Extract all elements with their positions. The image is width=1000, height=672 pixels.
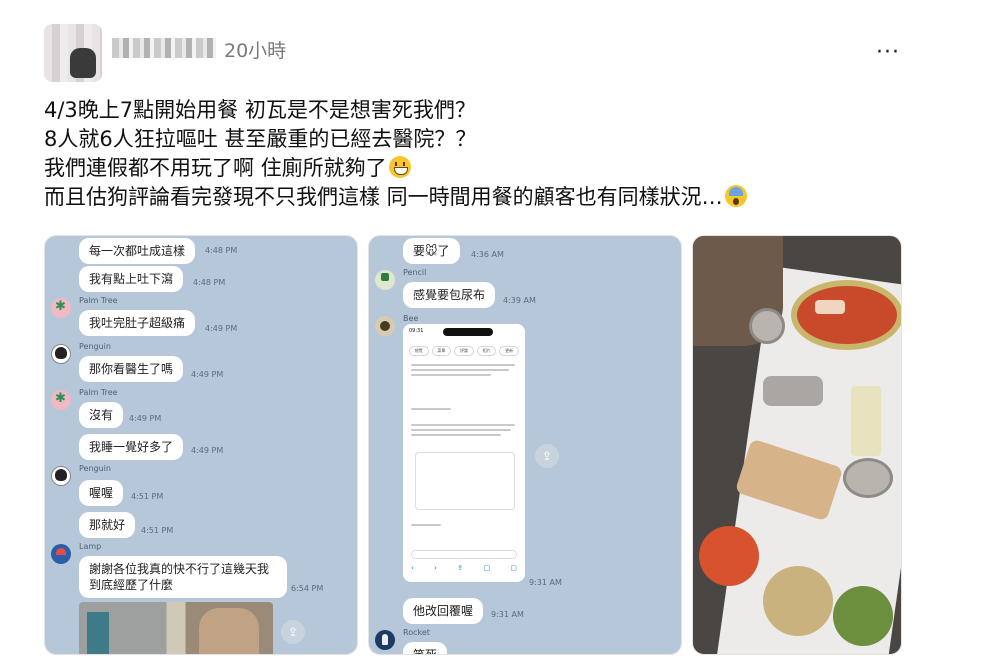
chat-bubble: 我吐完肚子超級痛 (79, 310, 196, 336)
hot-pot (791, 280, 901, 350)
sender-name: Palm Tree (79, 388, 118, 397)
chat-bubble: 他改回覆喔 (403, 598, 484, 624)
post-image-food-photo[interactable] (692, 235, 902, 655)
sender-name: Palm Tree (79, 296, 118, 305)
message-time: 6:54 PM (291, 584, 324, 593)
metal-cup (749, 308, 785, 344)
chat-bubble: 那就好 (79, 512, 136, 538)
palm-tree-avatar (51, 390, 71, 410)
metal-bowl (843, 458, 893, 498)
sender-name: Penguin (79, 464, 111, 473)
message-time: 9:31 AM (491, 610, 524, 619)
more-options-button[interactable]: ··· (876, 40, 900, 65)
share-icon[interactable]: ⇪ (535, 444, 559, 468)
message-time: 4:39 AM (503, 296, 536, 305)
message-time: 9:31 AM (529, 578, 562, 587)
text-line (411, 408, 451, 410)
message-time: 4:49 PM (205, 324, 238, 333)
text-line (411, 424, 515, 426)
phone-nav-bar: ‹ › ⇪ □ ▢ (411, 564, 517, 572)
post-image-chat-2[interactable]: 要🐭了 4:36 AM Pencil 感覺要包尿布 4:39 AM Bee 09… (368, 235, 682, 655)
chat-bubble: 沒有 (79, 402, 124, 428)
review-screenshot: 09:31 總覽 菜單 評論 相片 更新 ‹ › ⇪ □ ▢ (403, 324, 525, 582)
text-line (411, 364, 515, 366)
pencil-avatar (375, 270, 395, 290)
text-line (411, 369, 509, 371)
post-line-3: 我們連假都不用玩了啊 住廁所就夠了 (44, 154, 944, 183)
post-timestamp[interactable]: 20小時 (224, 36, 286, 63)
sender-name: Rocket (403, 628, 430, 637)
message-time: 4:48 PM (193, 278, 226, 287)
dynamic-island (443, 328, 493, 336)
message-time: 4:48 PM (205, 246, 238, 255)
palm-tree-avatar (51, 298, 71, 318)
post-image-chat-1[interactable]: 每一次都吐成這樣 4:48 PM 我有點上吐下瀉 4:48 PM Palm Tr… (44, 235, 358, 655)
text-line (411, 434, 501, 436)
screaming-face-icon (724, 185, 747, 207)
chat-bubble: 那你看醫生了嗎 (79, 356, 184, 382)
sender-name: Lamp (79, 542, 102, 551)
post-line-2: 8人就6人狂拉嘔吐 甚至嚴重的已經去醫院？？ (44, 127, 477, 151)
message-time: 4:51 PM (131, 492, 164, 501)
owner-reply-card (415, 452, 515, 510)
message-time: 4:49 PM (129, 414, 162, 423)
chat-bubble: 謝謝各位我真的快不行了這幾天我 到底經歷了什麼 (79, 556, 287, 598)
chat-bubble: 我睡一覺好多了 (79, 434, 184, 460)
post-line-4: 而且估狗評論看完發現不只我們這樣 同一時間用餐的顧客也有同樣狀況… (44, 183, 944, 212)
side-plate (763, 376, 823, 406)
chat-bubble: 感覺要包尿布 (403, 282, 496, 308)
penguin-avatar (51, 344, 71, 364)
message-time: 4:51 PM (141, 526, 174, 535)
grinning-face-icon (388, 156, 411, 178)
message-time: 4:49 PM (191, 370, 224, 379)
chat-bubble: 每一次都吐成這樣 (79, 238, 196, 264)
bee-avatar (375, 316, 395, 336)
vegetable-dish (833, 586, 893, 646)
phone-search-bar (411, 550, 517, 559)
chat-bubble: 喔喔 (79, 480, 124, 506)
lamp-avatar (51, 544, 71, 564)
kimchi-dish (699, 526, 759, 586)
message-time: 4:36 AM (471, 250, 504, 259)
chat-bubble: 笑死 (403, 642, 448, 654)
chat-bubble: 我有點上吐下瀉 (79, 266, 184, 292)
avatar[interactable] (44, 24, 102, 82)
penguin-avatar (51, 466, 71, 486)
post-line-1: 4/3晚上7點開始用餐 初瓦是不是想害死我們？ (44, 98, 476, 122)
review-tabs: 總覽 菜單 評論 相片 更新 (409, 346, 519, 356)
username-blurred[interactable] (112, 38, 216, 58)
post-body: 4/3晚上7點開始用餐 初瓦是不是想害死我們？ 8人就6人狂拉嘔吐 甚至嚴重的已… (44, 96, 944, 212)
post-header: 20小時 ··· (44, 18, 944, 82)
share-icon[interactable]: ⇪ (281, 620, 305, 644)
drink-glass (851, 386, 881, 456)
text-line (411, 374, 491, 376)
sender-name: Penguin (79, 342, 111, 351)
chat-bubble: 要🐭了 (403, 238, 460, 264)
sender-name: Pencil (403, 268, 427, 277)
message-time: 4:49 PM (191, 446, 224, 455)
photo-thumbnails (79, 602, 273, 654)
avatar-silhouette (70, 48, 96, 78)
sender-name: Bee (403, 314, 419, 323)
rocket-avatar (375, 630, 395, 650)
side-dish (763, 566, 833, 636)
text-line (411, 524, 441, 526)
text-line (411, 429, 511, 431)
